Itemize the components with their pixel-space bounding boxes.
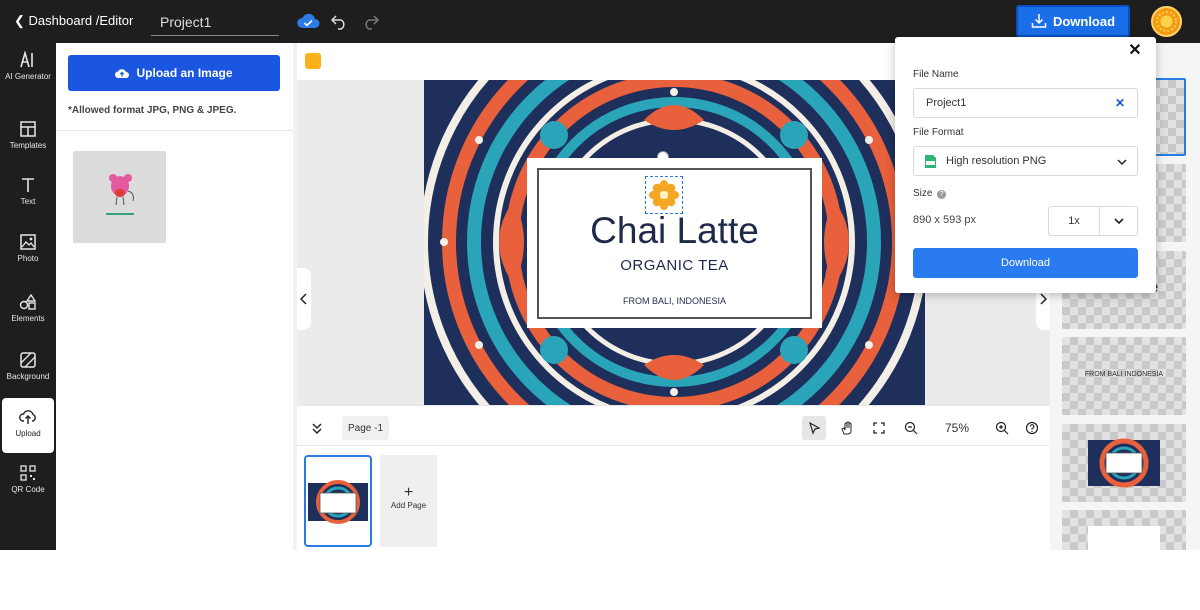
fullscreen-icon[interactable] <box>867 416 891 440</box>
mouse-illustration <box>106 174 134 215</box>
canvas-subtitle[interactable]: ORGANIC TEA <box>539 257 810 274</box>
file-format-label: File Format <box>913 127 964 138</box>
upload-icon <box>19 410 36 424</box>
sidebar-item-label: Background <box>6 372 50 381</box>
plus-icon: + <box>403 484 414 501</box>
breadcrumb-label: Dashboard /Editor <box>28 13 134 28</box>
close-icon[interactable]: ✕ <box>1127 43 1143 59</box>
color-swatch[interactable] <box>305 53 321 69</box>
sidebar-item-upload[interactable]: Upload <box>2 398 54 453</box>
cloud-saved-icon[interactable] <box>296 12 320 30</box>
zoom-out-icon[interactable] <box>899 416 923 440</box>
tool-sidebar: AI Generator Templates Text Photo Elemen… <box>0 43 56 550</box>
sidebar-item-ai-generator[interactable]: AI Generator <box>0 51 56 107</box>
templates-icon <box>20 121 36 137</box>
download-popup: ✕ File Name Project1 ✕ File Format High … <box>895 37 1156 293</box>
add-page-label: Add Page <box>390 501 427 510</box>
zoom-in-icon[interactable] <box>990 416 1014 440</box>
sidebar-item-label: Text <box>20 197 36 206</box>
file-format-select[interactable]: High resolution PNG <box>913 146 1138 176</box>
scale-select[interactable]: 1x <box>1048 206 1138 236</box>
text-icon <box>22 178 34 192</box>
file-format-value: High resolution PNG <box>946 155 1047 167</box>
sidebar-item-qr-code[interactable]: QR Code <box>0 464 56 520</box>
size-value: 890 x 593 px <box>913 214 976 226</box>
download-icon <box>1031 14 1047 28</box>
layer-white-box <box>1088 526 1160 550</box>
sidebar-item-text[interactable]: Text <box>0 176 56 232</box>
selected-flower-element[interactable] <box>645 176 683 214</box>
png-file-icon <box>925 155 936 168</box>
sidebar-item-photo[interactable]: Photo <box>0 233 56 289</box>
elements-icon <box>19 293 37 310</box>
bottom-toolbar: Page -1 75% <box>297 405 1050 445</box>
file-name-value: Project1 <box>926 97 967 109</box>
zoom-level: 75% <box>945 421 970 435</box>
sidebar-item-label: QR Code <box>11 485 45 494</box>
upload-image-button[interactable]: Upload an Image <box>68 55 280 91</box>
layer-thumbnail[interactable]: FROM BALI INDONESIA <box>1062 337 1186 415</box>
back-breadcrumb[interactable]: ❮ Dashboard /Editor <box>14 13 133 29</box>
flower-icon <box>649 180 679 210</box>
undo-icon[interactable] <box>330 12 348 30</box>
hand-tool-icon[interactable] <box>835 416 859 440</box>
info-icon[interactable]: ? <box>937 190 947 199</box>
confirm-download-button[interactable]: Download <box>913 248 1138 278</box>
chevron-right-icon <box>1040 293 1047 305</box>
download-button-label: Download <box>1052 13 1116 29</box>
upload-image-button-label: Upload an Image <box>136 66 233 80</box>
size-label: Size <box>913 188 933 199</box>
add-page-button[interactable]: + Add Page <box>380 455 437 547</box>
layer-thumbnail[interactable] <box>1062 424 1186 502</box>
upload-panel: Upload an Image *Allowed format JPG, PNG… <box>56 43 293 550</box>
scale-value: 1x <box>1049 207 1100 235</box>
collapse-pages-icon[interactable] <box>305 416 329 440</box>
pages-strip: + Add Page <box>297 445 1050 550</box>
uploaded-image-thumbnail[interactable] <box>73 151 166 243</box>
sidebar-item-label: Templates <box>9 141 47 150</box>
layer-preview <box>1088 438 1160 488</box>
project-name-input[interactable]: Project1 <box>151 8 279 36</box>
sidebar-item-label: AI Generator <box>5 72 51 81</box>
sidebar-item-label: Photo <box>17 254 39 263</box>
help-icon[interactable] <box>1020 416 1044 440</box>
avatar[interactable] <box>1151 6 1182 37</box>
editor-app: ❮ Dashboard /Editor Project1 Download AI… <box>0 0 1200 550</box>
allowed-formats-note: *Allowed format JPG, PNG & JPEG. <box>68 105 237 116</box>
chevron-left-icon: ❮ <box>14 13 25 28</box>
design-canvas[interactable]: Chai Latte ORGANIC TEA FROM BALI, INDONE… <box>424 80 925 405</box>
sidebar-item-templates[interactable]: Templates <box>0 120 56 176</box>
file-name-label: File Name <box>913 69 959 80</box>
chevron-down-icon <box>1117 159 1127 166</box>
canvas-origin-text[interactable]: FROM BALI, INDONESIA <box>539 296 810 306</box>
redo-icon[interactable] <box>362 12 380 30</box>
chevron-down-icon <box>1114 218 1124 225</box>
qr-code-icon <box>20 465 36 481</box>
select-tool-icon[interactable] <box>802 416 826 440</box>
sun-avatar-icon <box>1156 11 1177 32</box>
layer-text-origin: FROM BALI INDONESIA <box>1084 371 1164 378</box>
page-selector[interactable]: Page -1 <box>342 416 390 440</box>
divider <box>56 130 293 131</box>
canvas-title[interactable]: Chai Latte <box>539 210 810 252</box>
cloud-upload-icon <box>115 69 130 79</box>
photo-icon <box>20 234 36 250</box>
chevron-left-icon <box>300 293 307 305</box>
layer-thumbnail[interactable] <box>1062 510 1186 550</box>
clear-icon[interactable]: ✕ <box>1115 96 1125 110</box>
background-icon <box>20 352 36 368</box>
size-label-row: Size ? <box>913 188 947 199</box>
sidebar-item-label: Elements <box>11 314 45 323</box>
sidebar-item-label: Upload <box>15 429 41 438</box>
download-button[interactable]: Download <box>1016 5 1130 37</box>
sidebar-item-elements[interactable]: Elements <box>0 293 56 349</box>
file-name-input[interactable]: Project1 ✕ <box>913 88 1138 118</box>
page-thumbnail[interactable] <box>304 455 372 547</box>
ai-icon <box>20 51 33 68</box>
collapse-panel-button[interactable] <box>297 268 311 330</box>
page-preview <box>308 480 368 524</box>
